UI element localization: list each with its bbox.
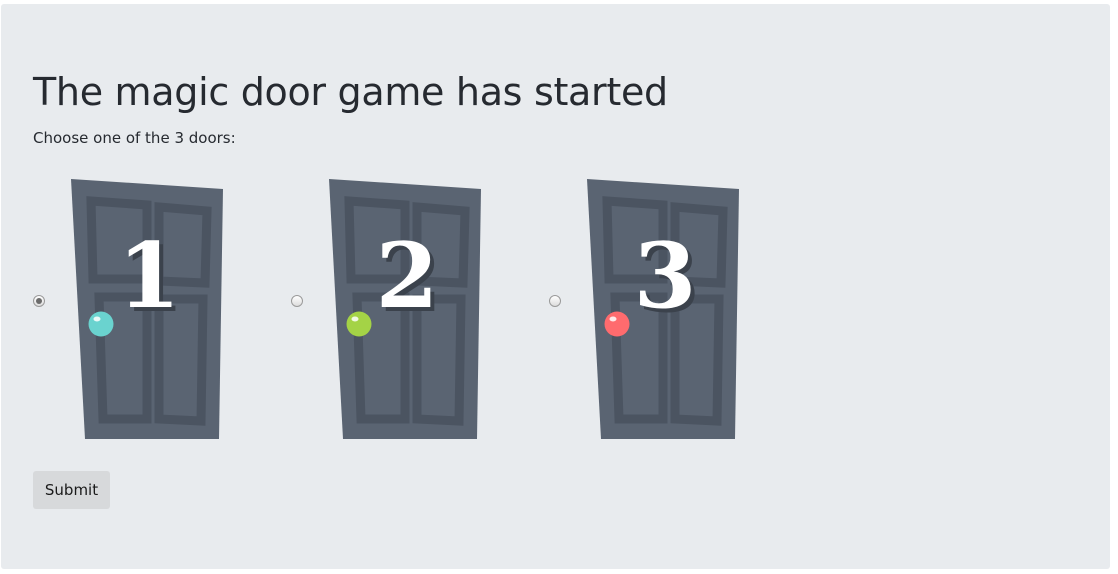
door-1-radio[interactable]: [33, 295, 45, 307]
instruction-text: Choose one of the 3 doors:: [33, 129, 236, 147]
door-1-option[interactable]: 1 1: [69, 179, 229, 441]
door-2-option[interactable]: 2 2: [327, 179, 487, 441]
page-title: The magic door game has started: [33, 70, 668, 114]
door-3-option[interactable]: 3 3: [585, 179, 745, 441]
door-1-number: 1: [118, 223, 181, 329]
door-1-knob-icon: [88, 311, 114, 337]
door-2-knob-icon: [346, 311, 372, 337]
door-2-radio[interactable]: [291, 295, 303, 307]
door-1-image: 1 1: [71, 179, 223, 439]
submit-button[interactable]: Submit: [33, 471, 110, 509]
door-3-radio[interactable]: [549, 295, 561, 307]
game-card: The magic door game has started Choose o…: [1, 4, 1110, 569]
door-2-image: 2 2: [329, 179, 481, 439]
door-3-image: 3 3: [587, 179, 739, 439]
door-3-knob-icon: [604, 311, 630, 337]
door-3-number: 3: [634, 223, 697, 329]
door-2-number: 2: [376, 223, 439, 329]
